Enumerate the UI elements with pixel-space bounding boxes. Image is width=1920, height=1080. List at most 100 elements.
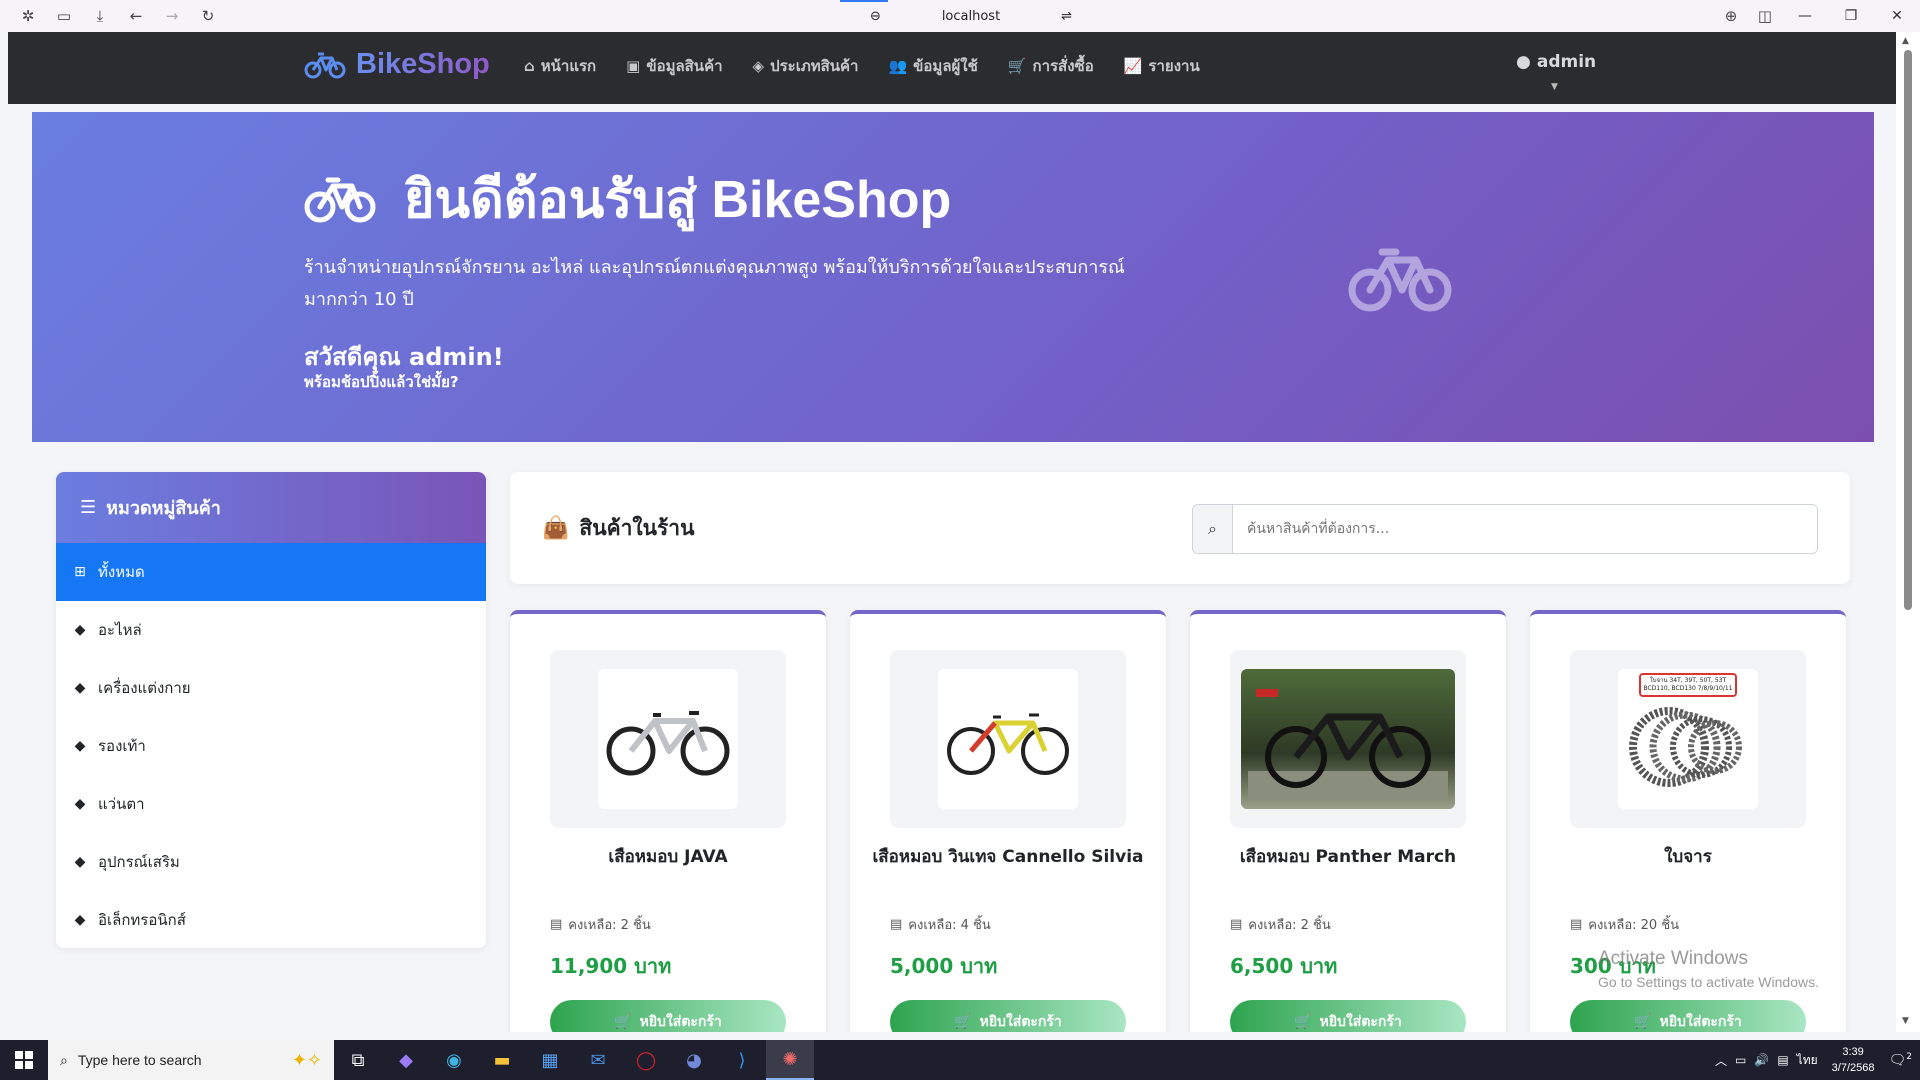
close-window-button[interactable]: ✕: [1874, 0, 1920, 32]
clock-time: 3:39: [1842, 1046, 1864, 1058]
taskbar-search-text: Type here to search: [77, 1052, 202, 1068]
vscode-icon[interactable]: ⟩: [718, 1040, 766, 1080]
stock-text: คงเหลือ: 2 ชิ้น: [568, 918, 651, 933]
scroll-up-icon[interactable]: ▲: [1902, 36, 1909, 46]
back-icon[interactable]: ←: [118, 0, 154, 32]
discord-icon[interactable]: ◕: [670, 1040, 718, 1080]
extensions-icon[interactable]: ✲: [10, 0, 46, 32]
meet-icon[interactable]: ▭: [1735, 1053, 1746, 1067]
product-image[interactable]: [598, 669, 738, 809]
sparkle-icon: ✦✧: [291, 1049, 322, 1070]
hero-subgreeting: พร้อมช้อปปิ้งแล้วใช่มั้ย?: [304, 373, 459, 391]
nav-users[interactable]: 👥 ข้อมูลผู้ใช้: [888, 54, 977, 78]
mail-icon[interactable]: ✉: [574, 1040, 622, 1080]
sidebar-item-apparel[interactable]: ◆ เครื่องแต่งกาย: [56, 659, 486, 717]
product-name[interactable]: เสือหมอบ JAVA: [520, 846, 816, 869]
browser-app-icon[interactable]: ✺: [766, 1040, 814, 1080]
nav-categories[interactable]: ◈ ประเภทสินค้า: [753, 54, 859, 78]
sidebar-item-accessories[interactable]: ◆ อุปกรณ์เสริม: [56, 833, 486, 891]
nav-reports[interactable]: 📈 รายงาน: [1124, 54, 1200, 78]
product-name[interactable]: เสือหมอบ Panther March: [1200, 846, 1496, 869]
hero-banner: ยินดีต้อนรับสู่ BikeShop ร้านจำหน่ายอุปก…: [32, 112, 1874, 442]
minimize-button[interactable]: —: [1782, 0, 1828, 32]
download-icon[interactable]: ⤓: [82, 0, 118, 32]
sidebar-item-shoes[interactable]: ◆ รองเท้า: [56, 717, 486, 775]
product-image[interactable]: [1241, 669, 1455, 809]
cart-icon: 🛒: [1294, 1014, 1312, 1030]
product-image[interactable]: [938, 669, 1078, 809]
page-scrollbar[interactable]: ▲ ▼: [1896, 32, 1920, 1032]
file-explorer-icon[interactable]: ▬: [478, 1040, 526, 1080]
search-input[interactable]: [1233, 505, 1817, 553]
nav-categories-label: ประเภทสินค้า: [770, 57, 859, 75]
vintage-bike-image: [947, 713, 1069, 775]
volume-icon[interactable]: 🔊: [1754, 1053, 1769, 1067]
add-to-cart-button[interactable]: 🛒 หยิบใส่ตะกร้า: [1230, 1000, 1466, 1032]
add-to-cart-button[interactable]: 🛒 หยิบใส่ตะกร้า: [1570, 1000, 1806, 1032]
tag-icon: ◆: [74, 796, 86, 812]
site-settings-icon[interactable]: ⇌: [1061, 9, 1072, 24]
clock[interactable]: 3:39 3/7/2568: [1826, 1044, 1881, 1076]
product-search: ⌕: [1192, 504, 1818, 554]
split-view-icon[interactable]: ◫: [1748, 0, 1782, 32]
product-image[interactable]: ใบจาน 34T, 39T, 50T, 53T BCD110, BCD130 …: [1618, 669, 1758, 809]
brand-name: BikeShop: [356, 48, 490, 80]
nav-orders-label: การสั่งซื้อ: [1032, 57, 1094, 75]
add-to-cart-button[interactable]: 🛒 หยิบใส่ตะกร้า: [550, 1000, 786, 1032]
address-bar[interactable]: ⊖ localhost ⇌: [858, 0, 1084, 32]
caret-down-icon[interactable]: ▼: [1551, 82, 1558, 92]
reload-icon[interactable]: ↻: [190, 0, 226, 32]
bicycle-icon: [304, 52, 346, 78]
add-to-cart-button[interactable]: 🛒 หยิบใส่ตะกร้า: [890, 1000, 1126, 1032]
sidebar-item-label: อุปกรณ์เสริม: [98, 853, 180, 871]
products-title-text: สินค้าในร้าน: [579, 516, 695, 540]
notification-icon[interactable]: 🗨2: [1888, 1052, 1912, 1069]
product-card: เสือหมอบ JAVA ▤ คงเหลือ: 2 ชิ้น 11,900 บา…: [510, 610, 826, 1032]
scroll-down-icon[interactable]: ▼: [1902, 1016, 1909, 1026]
add-to-cart-label: หยิบใส่ตะกร้า: [979, 1014, 1062, 1030]
start-button[interactable]: [0, 1040, 48, 1080]
sidebar-item-parts[interactable]: ◆ อะไหล่: [56, 601, 486, 659]
language-indicator[interactable]: ไทย: [1797, 1051, 1818, 1070]
sidebar-item-label: อิเล็กทรอนิกส์: [98, 911, 186, 929]
taskbar-search[interactable]: ⌕ Type here to search ✦✧: [48, 1040, 334, 1080]
product-name[interactable]: ใบจาร: [1540, 846, 1836, 869]
network-icon[interactable]: ▤: [1777, 1053, 1788, 1067]
product-name[interactable]: เสือหมอบ วินเทจ Cannello Silvia: [860, 846, 1156, 869]
restore-button[interactable]: ❐: [1828, 0, 1874, 32]
cart-icon: 🛒: [954, 1014, 972, 1030]
box-icon: ▣: [626, 57, 641, 75]
copilot-icon[interactable]: ◆: [382, 1040, 430, 1080]
tag-icon: ◆: [74, 680, 86, 696]
nav-orders[interactable]: 🛒 การสั่งซื้อ: [1008, 54, 1094, 78]
nav-products[interactable]: ▣ ข้อมูลสินค้า: [626, 54, 722, 78]
task-view-icon[interactable]: ⧉: [334, 1040, 382, 1080]
nav-home[interactable]: ⌂ หน้าแรก: [524, 54, 596, 78]
chevron-up-icon[interactable]: ︿: [1715, 1052, 1727, 1069]
add-to-cart-label: หยิบใส่ตะกร้า: [1319, 1014, 1402, 1030]
translate-icon[interactable]: ⊕: [1714, 0, 1748, 32]
user-menu[interactable]: ● admin: [1516, 52, 1596, 72]
edge-icon[interactable]: ◉: [430, 1040, 478, 1080]
box-icon: ▤: [1570, 917, 1583, 932]
product-stock: ▤ คงเหลือ: 2 ชิ้น: [1230, 914, 1331, 935]
link-icon: ⊖: [870, 8, 881, 24]
list-icon: ☰: [80, 497, 97, 518]
scrollbar-thumb[interactable]: [1904, 50, 1912, 610]
product-stock: ▤ คงเหลือ: 4 ชิ้น: [890, 914, 991, 935]
tag-icon: ◆: [74, 912, 86, 928]
store-icon[interactable]: ▦: [526, 1040, 574, 1080]
forward-icon[interactable]: →: [154, 0, 190, 32]
sidebar-item-electronics[interactable]: ◆ อิเล็กทรอนิกส์: [56, 891, 486, 948]
brand-logo[interactable]: BikeShop: [304, 48, 490, 81]
opera-icon[interactable]: ◯: [622, 1040, 670, 1080]
add-to-cart-label: หยิบใส่ตะกร้า: [1659, 1014, 1742, 1030]
product-stock: ▤ คงเหลือ: 20 ชิ้น: [1570, 914, 1679, 935]
sidebar-item-all[interactable]: ⊞ ทั้งหมด: [56, 543, 486, 601]
url-text: localhost: [941, 8, 1001, 24]
hero-title: ยินดีต้อนรับสู่ BikeShop: [304, 157, 951, 240]
product-card: เสือหมอบ Panther March ▤ คงเหลือ: 2 ชิ้น …: [1190, 610, 1506, 1032]
sidebar-toggle-icon[interactable]: ▭: [46, 0, 82, 32]
bicycle-icon: [304, 177, 376, 222]
sidebar-item-glasses[interactable]: ◆ แว่นตา: [56, 775, 486, 833]
